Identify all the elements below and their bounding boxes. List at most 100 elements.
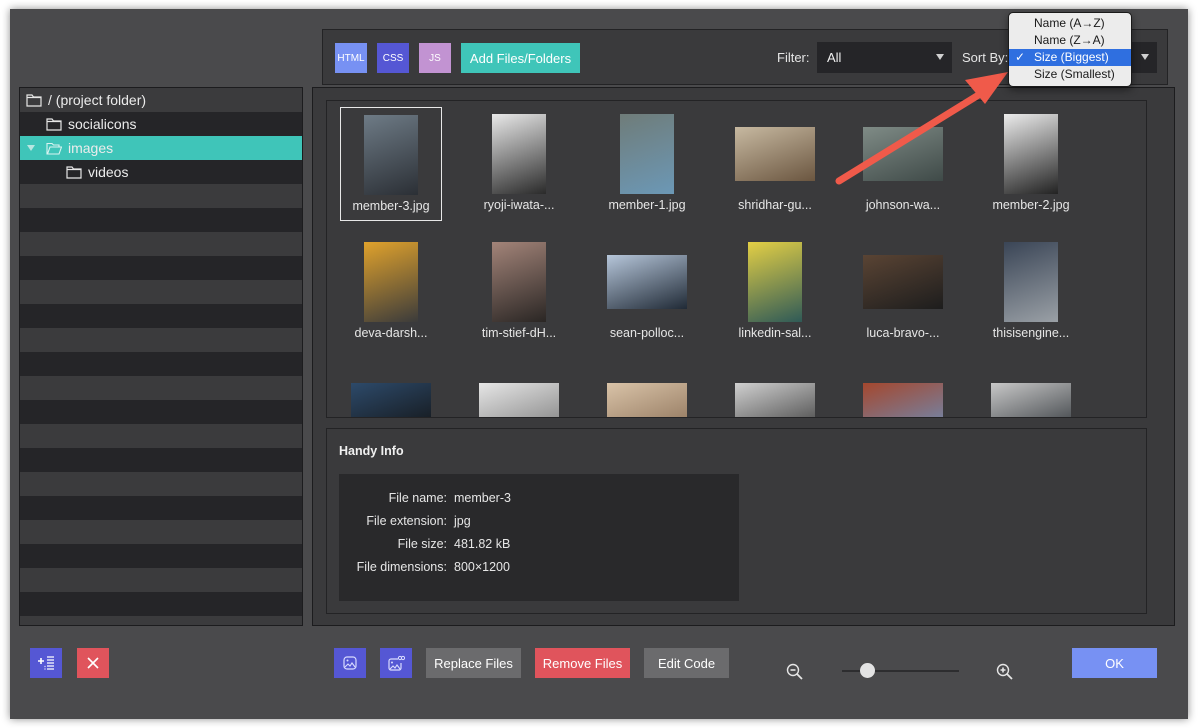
file-grid[interactable]: member-3.jpg ryoji-iwata-... member-1.jpg s…: [326, 100, 1147, 418]
file-name: linkedin-sal...: [738, 326, 812, 340]
file-thumbnail: [364, 115, 418, 195]
file-tile[interactable]: shridhar-gu...: [724, 107, 826, 221]
sort-menu-item[interactable]: Name (Z→A): [1009, 32, 1131, 49]
sort-menu-item-label: Name (A→Z): [1034, 16, 1105, 30]
file-tile[interactable]: [852, 363, 954, 417]
caret-down-icon: [936, 54, 944, 60]
tree-item-label: / (project folder): [48, 92, 147, 108]
file-name: tim-stief-dH...: [481, 326, 557, 340]
file-name: member-3.jpg: [352, 199, 430, 213]
delete-folder-button[interactable]: [77, 648, 109, 678]
image-icon: [343, 656, 357, 670]
add-files-button[interactable]: Add Files/Folders: [461, 43, 580, 73]
css-filter-button[interactable]: CSS: [377, 43, 409, 73]
file-thumbnail: [863, 127, 943, 181]
tree-item[interactable]: videos: [20, 160, 302, 184]
file-name: member-2.jpg: [992, 198, 1070, 212]
content-panel: member-3.jpg ryoji-iwata-... member-1.jpg s…: [312, 87, 1175, 626]
info-row: File extension: jpg: [339, 514, 739, 532]
file-name: shridhar-gu...: [738, 198, 812, 212]
info-value: jpg: [454, 514, 471, 528]
file-tile[interactable]: sean-polloc...: [596, 235, 698, 349]
file-thumbnail: [364, 242, 418, 322]
close-icon: [87, 657, 99, 669]
file-thumbnail: [607, 255, 687, 309]
file-thumbnail: [991, 383, 1071, 417]
js-filter-button[interactable]: JS: [419, 43, 451, 73]
tree-item-label: images: [68, 140, 114, 156]
file-tile[interactable]: [980, 363, 1082, 417]
html-filter-button[interactable]: HTML: [335, 43, 367, 73]
file-name: sean-polloc...: [609, 326, 685, 340]
info-value: 481.82 kB: [454, 537, 511, 551]
file-tile[interactable]: johnson-wa...: [852, 107, 954, 221]
file-tile[interactable]: deva-darsh...: [340, 235, 442, 349]
file-tile[interactable]: [596, 363, 698, 417]
add-list-button[interactable]: [30, 648, 62, 678]
info-key: File extension:: [366, 514, 447, 528]
file-tile[interactable]: member-1.jpg: [596, 107, 698, 221]
file-thumbnail: [351, 383, 431, 417]
file-name: deva-darsh...: [354, 326, 428, 340]
file-thumbnail: [735, 383, 815, 417]
zoom-slider[interactable]: [842, 663, 959, 678]
replace-files-button[interactable]: Replace Files: [426, 648, 521, 678]
info-box: File name: member-3 File extension: jpg File…: [339, 474, 739, 601]
file-tile[interactable]: [724, 363, 826, 417]
sort-menu-item[interactable]: Name (A→Z): [1009, 15, 1131, 32]
file-name: luca-bravo-...: [866, 326, 940, 340]
file-tile[interactable]: thisisengine...: [980, 235, 1082, 349]
disclosure-triangle-icon[interactable]: [27, 145, 35, 151]
tree-item[interactable]: socialicons: [20, 112, 302, 136]
file-tile[interactable]: luca-bravo-...: [852, 235, 954, 349]
file-tile[interactable]: tim-stief-dH...: [468, 235, 570, 349]
sort-menu-item-label: Name (Z→A): [1034, 33, 1105, 47]
image-effects-button[interactable]: [380, 648, 412, 678]
file-tile[interactable]: ryoji-iwata-...: [468, 107, 570, 221]
folder-open-icon: [46, 142, 68, 155]
filter-value: All: [827, 50, 842, 65]
zoom-in-icon[interactable]: [996, 663, 1014, 681]
sort-menu-item-label: Size (Smallest): [1034, 67, 1115, 81]
handy-info-title: Handy Info: [339, 444, 404, 458]
checkmark-icon: ✓: [1015, 50, 1026, 64]
add-list-icon: [38, 656, 54, 670]
file-name: member-1.jpg: [608, 198, 686, 212]
file-thumbnail: [748, 242, 802, 322]
file-tile[interactable]: [340, 363, 442, 417]
filter-label: Filter:: [777, 50, 810, 65]
folder-icon: [66, 165, 88, 179]
file-tile[interactable]: member-2.jpg: [980, 107, 1082, 221]
handy-info-panel: Handy Info File name: member-3 File extens…: [326, 428, 1147, 614]
file-tile[interactable]: linkedin-sal...: [724, 235, 826, 349]
sort-menu-item[interactable]: ✓ Size (Biggest): [1009, 49, 1131, 66]
file-name: johnson-wa...: [865, 198, 941, 212]
sort-dropdown-menu: Name (A→Z) Name (Z→A) ✓ Size (Biggest) Size …: [1008, 12, 1132, 87]
info-key: File name:: [388, 491, 447, 505]
sort-label: Sort By:: [962, 50, 1009, 65]
tree-item-label: socialicons: [68, 116, 137, 132]
file-thumbnail: [479, 383, 559, 417]
file-thumbnail: [1004, 242, 1058, 322]
tree-item[interactable]: / (project folder): [20, 88, 302, 112]
folder-icon: [46, 117, 68, 131]
sort-menu-item[interactable]: Size (Smallest): [1009, 66, 1131, 83]
sort-menu-item-label: Size (Biggest): [1034, 50, 1109, 64]
file-thumbnail: [607, 383, 687, 417]
remove-files-button[interactable]: Remove Files: [535, 648, 630, 678]
filter-select[interactable]: All: [817, 42, 952, 73]
file-tile[interactable]: member-3.jpg: [340, 107, 442, 221]
edit-code-button[interactable]: Edit Code: [644, 648, 729, 678]
file-thumbnail: [492, 114, 546, 194]
folder-tree: / (project folder) socialicons images video…: [19, 87, 303, 626]
file-tile[interactable]: [468, 363, 570, 417]
image-effects-icon: [388, 655, 405, 671]
file-name: thisisengine...: [992, 326, 1070, 340]
info-key: File size:: [397, 537, 447, 551]
file-thumbnail: [863, 255, 943, 309]
ok-button[interactable]: OK: [1072, 648, 1157, 678]
image-button[interactable]: [334, 648, 366, 678]
file-thumbnail: [620, 114, 674, 194]
tree-item[interactable]: images: [20, 136, 302, 160]
zoom-out-icon[interactable]: [786, 663, 804, 681]
